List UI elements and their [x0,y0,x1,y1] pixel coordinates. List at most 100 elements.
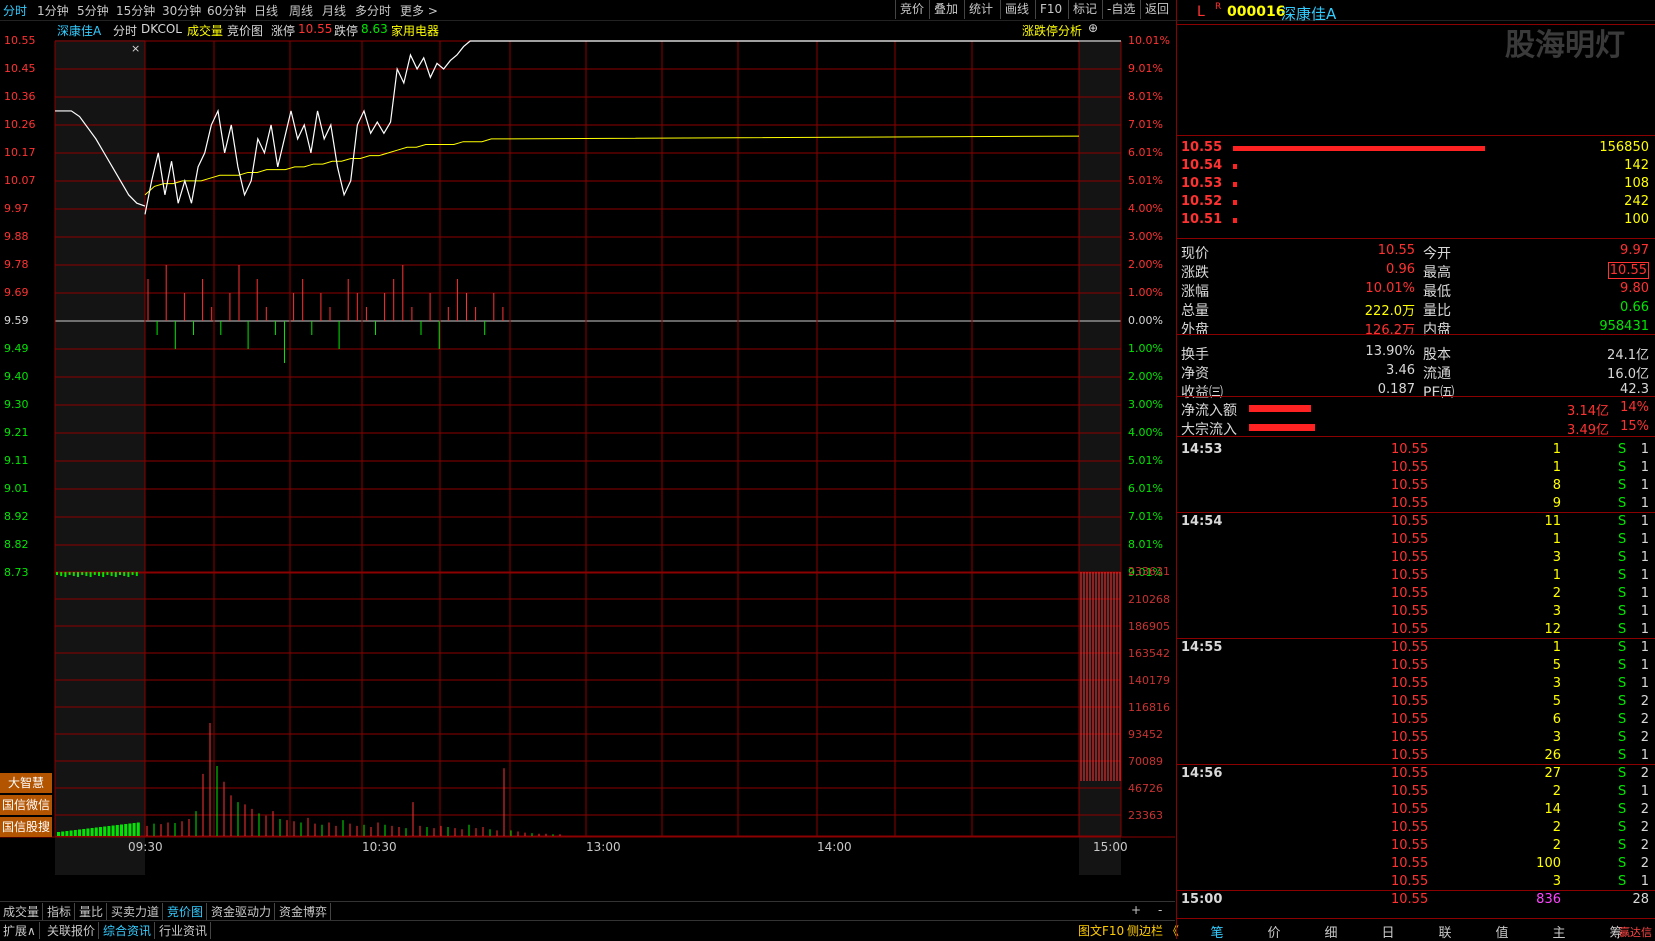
auction-button[interactable]: 竞价 [895,0,928,19]
average-price-line [144,135,1080,196]
limit-analysis-link[interactable]: 涨跌停分析 [1022,22,1082,39]
period-tab-1min[interactable]: 1分钟 [37,2,69,19]
period-tab-60min[interactable]: 60分钟 [207,2,246,19]
intraday-chart[interactable]: 深康佳A 分时 DKCOL 成交量 竞价图 涨停 10.55 跌停 8.63 家… [0,20,1175,880]
tab-main[interactable]: 主 [1535,922,1583,941]
auction-volume-bar [73,830,77,836]
tab-indicator[interactable]: 指标 [44,903,76,920]
guosen-search-button[interactable]: 国信股搜 [0,817,52,837]
graphic-f10-link[interactable]: 图文F10 [1075,922,1127,939]
sidebar-toggle-link[interactable]: 侧边栏 《 [1124,922,1182,939]
flow-bar [1249,405,1311,412]
statistics-button[interactable]: 统计 [964,0,997,19]
tick-price: 10.55 [1391,820,1429,835]
tab-detail[interactable]: 细 [1307,922,1355,941]
tick-row: 10.55 5 S 2 [1181,694,1651,712]
price-tick: 9.88 [4,230,29,243]
divider [1177,135,1655,136]
tab-linked[interactable]: 联 [1421,922,1469,941]
tab-volume[interactable]: 成交量 [0,903,44,920]
back-button[interactable]: 返回 [1140,0,1173,19]
stat-label: 最低 [1423,284,1451,300]
tick-count: 1 [1640,784,1649,799]
period-tab-intraday[interactable]: 分时 [3,2,27,19]
period-tab-15min[interactable]: 15分钟 [116,2,155,19]
auction-volume-bar [120,824,123,836]
add-tab-icon[interactable]: + [1128,903,1144,917]
tab-industry-news[interactable]: 行业资讯 [156,922,212,939]
chart-indicator-label[interactable]: DKCOL [141,22,182,36]
tab-capital-drive[interactable]: 资金驱动力 [208,903,276,920]
bid-row[interactable]: 10.54 142 [1181,158,1651,176]
stat-value: 16.0亿 [1607,367,1649,382]
dazhihui-button[interactable]: 大智慧 [0,773,52,793]
f10-button[interactable]: F10 [1035,0,1066,19]
tab-trades[interactable]: 笔 [1193,922,1241,941]
auction-volume-bar [103,826,107,836]
bid-row[interactable]: 10.51 100 [1181,212,1651,230]
period-tab-30min[interactable]: 30分钟 [162,2,201,19]
period-tab-more[interactable]: 更多 > [400,2,438,19]
tick-price: 10.55 [1391,622,1429,637]
tick-count: 1 [1640,604,1649,619]
tick-volume: 2 [1552,838,1561,853]
mark-button[interactable]: 标记 [1068,0,1101,19]
tab-daily[interactable]: 日 [1364,922,1412,941]
tab-price[interactable]: 价 [1250,922,1298,941]
stat-value: 24.1亿 [1607,348,1649,363]
tick-volume: 2 [1552,784,1561,799]
bid-row[interactable]: 10.52 242 [1181,194,1651,212]
tick-count: 2 [1640,712,1649,727]
period-tab-multi-day[interactable]: 多分时 [355,2,391,19]
divider [1177,238,1655,239]
tick-row: 14:53 10.55 1 S 1 [1181,442,1651,460]
tick-count: 1 [1640,568,1649,583]
bid-row[interactable]: 10.55 156850 [1181,140,1651,158]
tick-side: S [1618,550,1627,565]
tick-time: 14:53 [1181,442,1223,457]
percent-tick: 3.00% [1128,230,1163,243]
tab-capital-game[interactable]: 资金博弈 [276,903,332,920]
tab-general-news[interactable]: 综合资讯 [100,922,156,939]
tick-volume: 6 [1552,712,1561,727]
tick-side: S [1618,766,1627,781]
tab-auction-chart[interactable]: 竞价图 [164,903,208,920]
chart-settings-icon[interactable]: ⊕ [1088,21,1098,35]
tick-count: 2 [1640,856,1649,871]
tick-price: 10.55 [1391,532,1429,547]
tick-count: 1 [1640,748,1649,763]
tick-side: S [1618,730,1627,745]
tick-price: 10.55 [1391,748,1429,763]
period-tab-5min[interactable]: 5分钟 [77,2,109,19]
level-r-badge: R [1215,2,1222,12]
period-tab-monthly[interactable]: 月线 [322,2,346,19]
overlay-button[interactable]: 叠加 [929,0,962,19]
period-tab-weekly[interactable]: 周线 [289,2,313,19]
stat-value: 3.46 [1386,363,1415,378]
stat-row: 涨幅 10.01% 最低 9.80 [1181,281,1651,300]
bid-volume: 100 [1624,212,1649,227]
tab-expand[interactable]: 扩展∧ [0,922,40,939]
auction-volume-bar [78,829,81,836]
bid-row[interactable]: 10.53 108 [1181,176,1651,194]
tab-buy-sell-force[interactable]: 买卖力道 [108,903,164,920]
volume-tick: 70089 [1128,755,1163,768]
period-tab-daily[interactable]: 日线 [254,2,278,19]
tab-volume-ratio[interactable]: 量比 [76,903,108,920]
tab-related-quotes[interactable]: 关联报价 [44,922,100,939]
quote-panel: L R 000016 深康佳A 股海明灯 10.55 156850 10.54 142… [1176,0,1655,941]
sector-label[interactable]: 家用电器 [391,22,439,39]
bid-price: 10.51 [1181,212,1223,227]
limit-down-label: 跌停 [334,24,359,38]
percent-tick: 7.01% [1128,118,1163,131]
stat-row: 净资 3.46 流通 16.0亿 [1181,363,1651,382]
draw-line-button[interactable]: 画线 [1000,0,1033,19]
auction-chart-label: 竞价图 [227,24,264,38]
remove-tab-icon[interactable]: - [1155,903,1165,917]
tab-value[interactable]: 值 [1478,922,1526,941]
add-watchlist-button[interactable]: -自选 [1102,0,1139,19]
volume-label: 成交量 [187,24,224,38]
guosen-wechat-button[interactable]: 国信微信 [0,795,52,815]
tick-price: 10.55 [1391,784,1429,799]
close-icon[interactable]: × [131,42,140,55]
